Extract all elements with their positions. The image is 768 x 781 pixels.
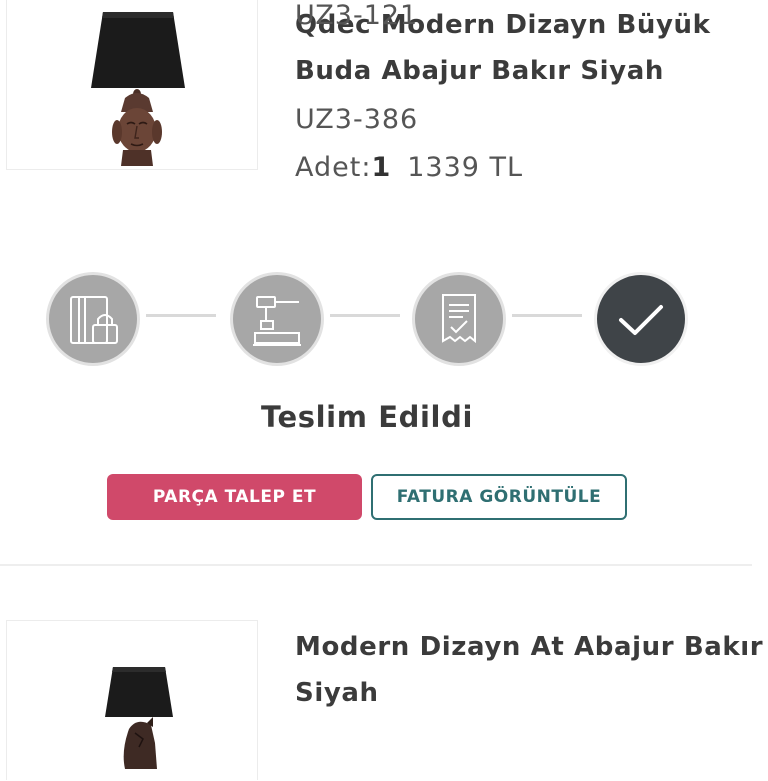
step-delivered [594, 272, 688, 366]
step-invoice [412, 272, 506, 366]
step-connector [146, 314, 216, 317]
production-hammer-icon [253, 296, 301, 346]
product-price: 1339 TL [407, 152, 524, 183]
invoice-receipt-icon [442, 294, 476, 344]
checkmark-icon [619, 305, 663, 335]
view-invoice-button[interactable]: FATURA GÖRÜNTÜLE [371, 474, 627, 520]
quantity-label: Adet: [295, 152, 372, 183]
payment-card-lock-icon [70, 296, 118, 344]
step-connector [330, 314, 400, 317]
order-item: Modern Dizayn At Abajur Bakır Siyah [0, 620, 768, 780]
product-title[interactable]: Modern Dizayn At Abajur Bakır Siyah [295, 624, 765, 716]
quantity-price-row: Adet:1 1339 TL [295, 152, 523, 183]
request-part-button[interactable]: PARÇA TALEP ET [107, 474, 362, 520]
step-connector [512, 314, 582, 317]
product-sku: UZ3-386 [295, 104, 419, 135]
product-image-horse-lamp[interactable] [6, 620, 258, 780]
delivery-status: Teslim Edildi [260, 400, 473, 434]
lamp-horse-illustration [105, 667, 173, 769]
product-image-buddha-lamp[interactable] [6, 0, 258, 170]
step-payment [46, 272, 140, 366]
order-item: Qdec Modern Dizayn Büyük Buda Abajur Bak… [0, 0, 768, 210]
step-production [230, 272, 324, 366]
product-sku: UZ3-121 [295, 0, 419, 31]
order-tracking-stepper [46, 272, 688, 366]
lamp-buddha-illustration [91, 12, 185, 166]
section-divider [0, 564, 752, 566]
quantity-value: 1 [371, 152, 392, 183]
